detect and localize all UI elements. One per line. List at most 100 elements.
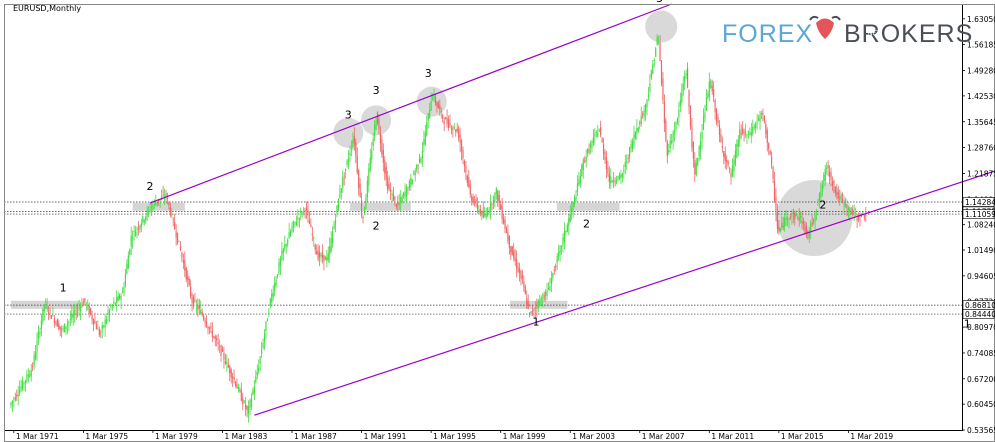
candle-body (724, 153, 726, 161)
candle-body (710, 80, 712, 88)
candle-body (155, 202, 157, 206)
candle-body (717, 117, 719, 124)
candle-body (682, 83, 684, 92)
candle-body (218, 346, 221, 347)
highlight-box (556, 202, 620, 211)
candle-body (714, 100, 716, 113)
candle-body (175, 231, 177, 238)
candle-body (403, 192, 405, 197)
candle-body (708, 81, 710, 97)
candle-body (416, 165, 418, 170)
candle-body (613, 179, 615, 182)
candle-body (398, 202, 400, 205)
candle-body (387, 178, 389, 190)
candle-body (50, 315, 53, 319)
candle-body (675, 121, 677, 130)
candle-body (821, 184, 823, 191)
candle-body (636, 128, 638, 134)
candle-body (190, 286, 192, 296)
candle-body (52, 315, 54, 316)
candle-body (653, 59, 655, 61)
candle-body (786, 218, 789, 221)
candle-body (226, 361, 228, 365)
candle-body (205, 321, 208, 327)
candle-body (360, 200, 363, 216)
candle-body (579, 175, 581, 185)
candle-body (624, 162, 626, 167)
candle-body (759, 113, 761, 122)
candle-body (837, 191, 839, 199)
candle-body (123, 286, 125, 294)
candle-body (823, 174, 825, 181)
candle-body (547, 287, 550, 290)
candle-body (850, 212, 852, 214)
x-tick-label: 1 Mar 2003 (572, 432, 615, 441)
candle-body (333, 224, 335, 230)
price-tag-label: 1.11059 (965, 210, 995, 219)
candle-body (760, 112, 763, 115)
y-tick-label: 0.53565 (967, 426, 995, 435)
candle-body (195, 304, 198, 306)
candle-body (381, 139, 383, 155)
candle-body (779, 227, 781, 232)
candle-body (266, 319, 269, 322)
candle-body (511, 246, 513, 256)
candle-body (27, 375, 29, 377)
candle-body (652, 63, 654, 74)
candle-body (92, 318, 95, 325)
candle-body (739, 129, 741, 141)
candle-body (737, 139, 739, 147)
price-chart[interactable]: 12333231221 1.630501.561851.492801.42530… (0, 0, 995, 442)
candle-body (607, 167, 609, 174)
candle-body (465, 166, 467, 173)
y-tick-label: 1.49280 (967, 67, 995, 76)
x-tick-label: 1 Mar 1999 (503, 432, 546, 441)
candle-body (523, 281, 525, 288)
candle-body (378, 118, 380, 130)
candle-body (288, 232, 290, 239)
x-tick-label: 1 Mar 2015 (781, 432, 824, 441)
candle-body (704, 112, 706, 118)
candle-body (773, 180, 776, 201)
candle-body (798, 217, 800, 221)
candle-body (174, 221, 176, 230)
candle-body (469, 184, 471, 195)
candle-body (56, 319, 58, 327)
candle-body (389, 189, 392, 192)
candle-body (284, 244, 286, 249)
candle-body (544, 292, 547, 297)
candle-body (502, 217, 505, 224)
candle-body (524, 286, 526, 295)
price-tag-label: 0.86810 (965, 301, 995, 310)
candle-body (743, 132, 745, 133)
candle-body (615, 180, 618, 183)
candle-body (836, 192, 838, 195)
candle-body (697, 158, 699, 166)
candle-body (450, 128, 453, 130)
candle-body (107, 313, 109, 315)
candle-body (203, 315, 205, 320)
candle-body (750, 131, 752, 136)
candle-body (291, 226, 293, 232)
candle-body (229, 365, 231, 374)
candle-body (700, 140, 702, 151)
candle-body (676, 118, 679, 123)
candle-body (539, 300, 541, 307)
candle-body (239, 389, 241, 392)
candle-body (169, 207, 171, 216)
candle-body (621, 173, 623, 178)
candle-body (581, 164, 583, 177)
candle-body (137, 227, 140, 229)
candle-body (604, 152, 606, 160)
candle-body (259, 356, 261, 364)
candle-body (207, 326, 209, 329)
candle-body (489, 201, 492, 211)
candle-body (176, 232, 179, 244)
candle-body (684, 75, 686, 83)
candle-body (481, 211, 483, 215)
candle-body (355, 141, 357, 156)
candle-body (639, 122, 641, 124)
candle-body (62, 327, 64, 330)
candle-body (372, 139, 374, 146)
candle-body (11, 400, 14, 404)
